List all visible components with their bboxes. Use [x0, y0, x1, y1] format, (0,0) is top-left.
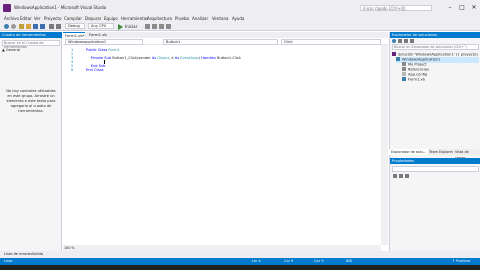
code-line: End Class — [86, 68, 104, 72]
start-icon[interactable] — [118, 24, 123, 30]
toolbox-search-input[interactable]: Buscar en el Cuadro de herramientas — [2, 40, 60, 49]
title-bar: WindowsApplication1 - Microsoft Visual S… — [0, 0, 480, 16]
bottom-panel-tabs: Lista de errores Salida — [0, 251, 480, 258]
line-number-gutter: 1 2 3 4 5 6 — [63, 45, 81, 252]
maximize-button[interactable]: □ — [458, 4, 466, 12]
vb-project-icon — [396, 57, 400, 61]
config-file-icon — [402, 72, 406, 76]
categorized-icon[interactable] — [393, 174, 397, 178]
tab-error-list[interactable]: Lista de errores — [4, 251, 32, 258]
save-icon[interactable] — [33, 24, 38, 29]
solution-icon — [392, 52, 396, 56]
code-line: Private Sub Button1_Click(sender As Obje… — [90, 56, 241, 60]
toolbox-pane: Cuadro de herramientas Buscar en el Cuad… — [0, 32, 62, 252]
tab-solution-explorer[interactable]: Explorador de solu... — [389, 149, 428, 155]
back-icon[interactable] — [4, 24, 9, 29]
code-line: Public Class Form1 — [86, 48, 120, 52]
status-char: Car 9 — [314, 259, 324, 263]
publish-button[interactable]: ↑ Publicar — [452, 258, 470, 265]
minimize-button[interactable]: – — [446, 4, 454, 12]
uncomment-icon[interactable] — [159, 24, 164, 29]
editor-vertical-scrollbar[interactable] — [381, 45, 388, 245]
solution-explorer-header: Explorador de soluciones — [390, 32, 480, 38]
find-icon[interactable] — [145, 24, 150, 29]
status-column: Col 9 — [284, 259, 294, 263]
form-file-icon — [402, 77, 406, 81]
visual-studio-logo-icon — [3, 4, 11, 12]
solution-search-placeholder: Buscar en Explorador de soluciones (Ctrl… — [394, 45, 467, 49]
toolbar: Debug Any CPU Iniciar — [0, 22, 480, 31]
solution-search-input[interactable]: Buscar en Explorador de soluciones (Ctrl… — [392, 44, 479, 50]
open-file-icon[interactable] — [26, 24, 31, 29]
bookmark-icon[interactable] — [166, 24, 171, 29]
refresh-icon[interactable] — [404, 39, 408, 43]
status-insert-mode: INS — [346, 259, 353, 263]
code-lines: Public Class Form1 Private Sub Button1_C… — [86, 48, 376, 78]
tree-item-form1[interactable]: Form1.vb — [402, 77, 425, 83]
status-bar: Listo Lín 4 Col 9 Car 9 INS ↑ Publicar — [0, 258, 480, 265]
properties-pane: Propiedades — [389, 158, 480, 252]
solution-pane-tabs: Explorador de solu... Team Explorer Vist… — [389, 149, 480, 160]
collapse-all-icon[interactable] — [410, 39, 414, 43]
references-icon — [402, 67, 406, 71]
status-ready: Listo — [4, 259, 13, 263]
redo-icon[interactable] — [56, 24, 61, 29]
config-select[interactable]: Debug — [65, 23, 85, 29]
os-taskbar — [0, 265, 480, 270]
status-line: Lín 4 — [252, 259, 261, 263]
sync-icon[interactable] — [398, 39, 402, 43]
quick-launch-input[interactable]: Inicio rápido (Ctrl+Q) — [360, 5, 432, 11]
wrench-icon — [402, 62, 406, 66]
tab-output[interactable]: Salida — [32, 251, 43, 258]
start-button-label[interactable]: Iniciar — [125, 24, 137, 29]
solution-explorer-pane: Explorador de soluciones Buscar en Explo… — [389, 32, 480, 158]
save-all-icon[interactable] — [40, 24, 45, 29]
solution-explorer-title: Explorador de soluciones — [392, 33, 438, 37]
properties-title: Propiedades — [392, 159, 415, 163]
properties-object-select[interactable] — [392, 166, 479, 172]
tree-item-label: My Project — [408, 62, 427, 67]
platform-select[interactable]: Any CPU — [88, 23, 114, 29]
alphabetical-icon[interactable] — [399, 174, 403, 178]
properties-header: Propiedades — [390, 158, 480, 164]
text-cursor — [104, 60, 105, 64]
comment-icon[interactable] — [152, 24, 157, 29]
window-title: WindowsApplication1 - Microsoft Visual S… — [14, 5, 107, 10]
undo-icon[interactable] — [49, 24, 54, 29]
tree-item-label: Referencias — [408, 67, 429, 72]
property-pages-icon[interactable] — [405, 174, 409, 178]
forward-icon[interactable] — [11, 24, 16, 29]
home-icon[interactable] — [392, 39, 396, 43]
toolbox-header: Cuadro de herramientas — [0, 32, 62, 38]
tree-item-label: App.config — [408, 72, 428, 77]
tree-item-label: Form1.vb — [408, 77, 425, 82]
tab-team-explorer[interactable]: Team Explorer — [427, 149, 455, 155]
new-project-icon[interactable] — [19, 24, 24, 29]
editor-navigation-bar: Windowsapplication1 Button1 Click — [63, 38, 388, 45]
tree-item-label: Solución 'WindowsApplication1' (1 proyec… — [398, 52, 478, 57]
toolbox-group-general[interactable]: ▲ General — [2, 48, 20, 53]
line-number: 6 — [71, 68, 74, 72]
tree-item-label: WindowsApplication1 — [402, 57, 441, 62]
toolbox-title: Cuadro de herramientas — [2, 33, 46, 37]
config-value: Debug — [68, 24, 80, 28]
platform-value: Any CPU — [91, 24, 107, 28]
toolbox-empty-message: No hay controles utilizables en este gru… — [6, 89, 56, 113]
close-button[interactable]: ✕ — [470, 4, 478, 12]
quick-launch-placeholder: Inicio rápido (Ctrl+Q) — [363, 6, 406, 11]
